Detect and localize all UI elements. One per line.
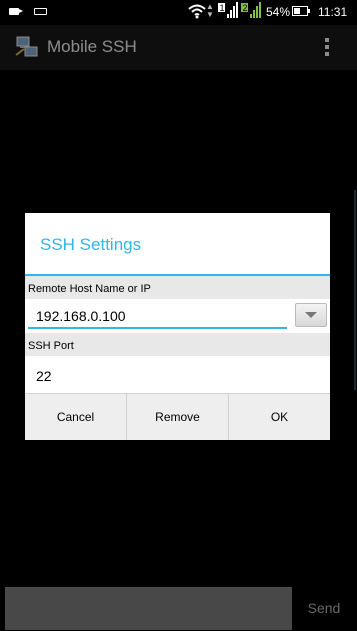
video-icon — [9, 8, 23, 15]
ok-button[interactable]: OK — [229, 394, 330, 440]
overflow-menu-icon[interactable] — [318, 36, 336, 60]
sim2-signal-icon: 2 — [241, 2, 261, 18]
action-bar: Mobile SSH — [0, 25, 357, 70]
wifi-icon — [188, 4, 206, 19]
app-title: Mobile SSH — [47, 37, 137, 56]
keyboard-icon — [34, 8, 47, 15]
battery-level-fill — [294, 8, 300, 14]
clock: 11:31 — [318, 5, 348, 19]
host-dropdown-button[interactable] — [295, 303, 327, 327]
port-row — [25, 356, 330, 393]
command-input[interactable] — [5, 587, 292, 630]
port-label: SSH Port — [28, 340, 74, 352]
ssh-settings-dialog: SSH Settings Remote Host Name or IP SSH … — [25, 213, 330, 440]
dialog-title: SSH Settings — [40, 235, 142, 254]
sim2-label: 2 — [243, 3, 248, 13]
sim1-signal-icon: 1 — [218, 2, 238, 18]
screen-edge-divider — [354, 190, 356, 390]
host-label: Remote Host Name or IP — [28, 283, 151, 295]
remove-button[interactable]: Remove — [127, 394, 229, 440]
bottom-bar: Send — [0, 586, 357, 631]
dialog-button-bar: Cancel Remove OK — [25, 393, 330, 440]
dialog-form: Remote Host Name or IP SSH Port — [25, 276, 330, 393]
data-arrows-icon: ▲ ▼ — [206, 2, 214, 19]
host-input[interactable] — [28, 301, 287, 329]
cancel-button[interactable]: Cancel — [25, 394, 127, 440]
battery-percent: 54% — [266, 5, 291, 19]
dialog-title-bar: SSH Settings — [25, 213, 330, 276]
battery-icon — [292, 6, 310, 16]
port-input[interactable] — [28, 360, 323, 388]
status-bar: ▲ ▼ 1 2 54% 11:31 — [0, 0, 357, 25]
network-computer-icon[interactable] — [14, 35, 40, 59]
host-row — [25, 299, 330, 333]
sim1-label: 1 — [220, 3, 225, 13]
send-button[interactable]: Send — [298, 596, 350, 620]
